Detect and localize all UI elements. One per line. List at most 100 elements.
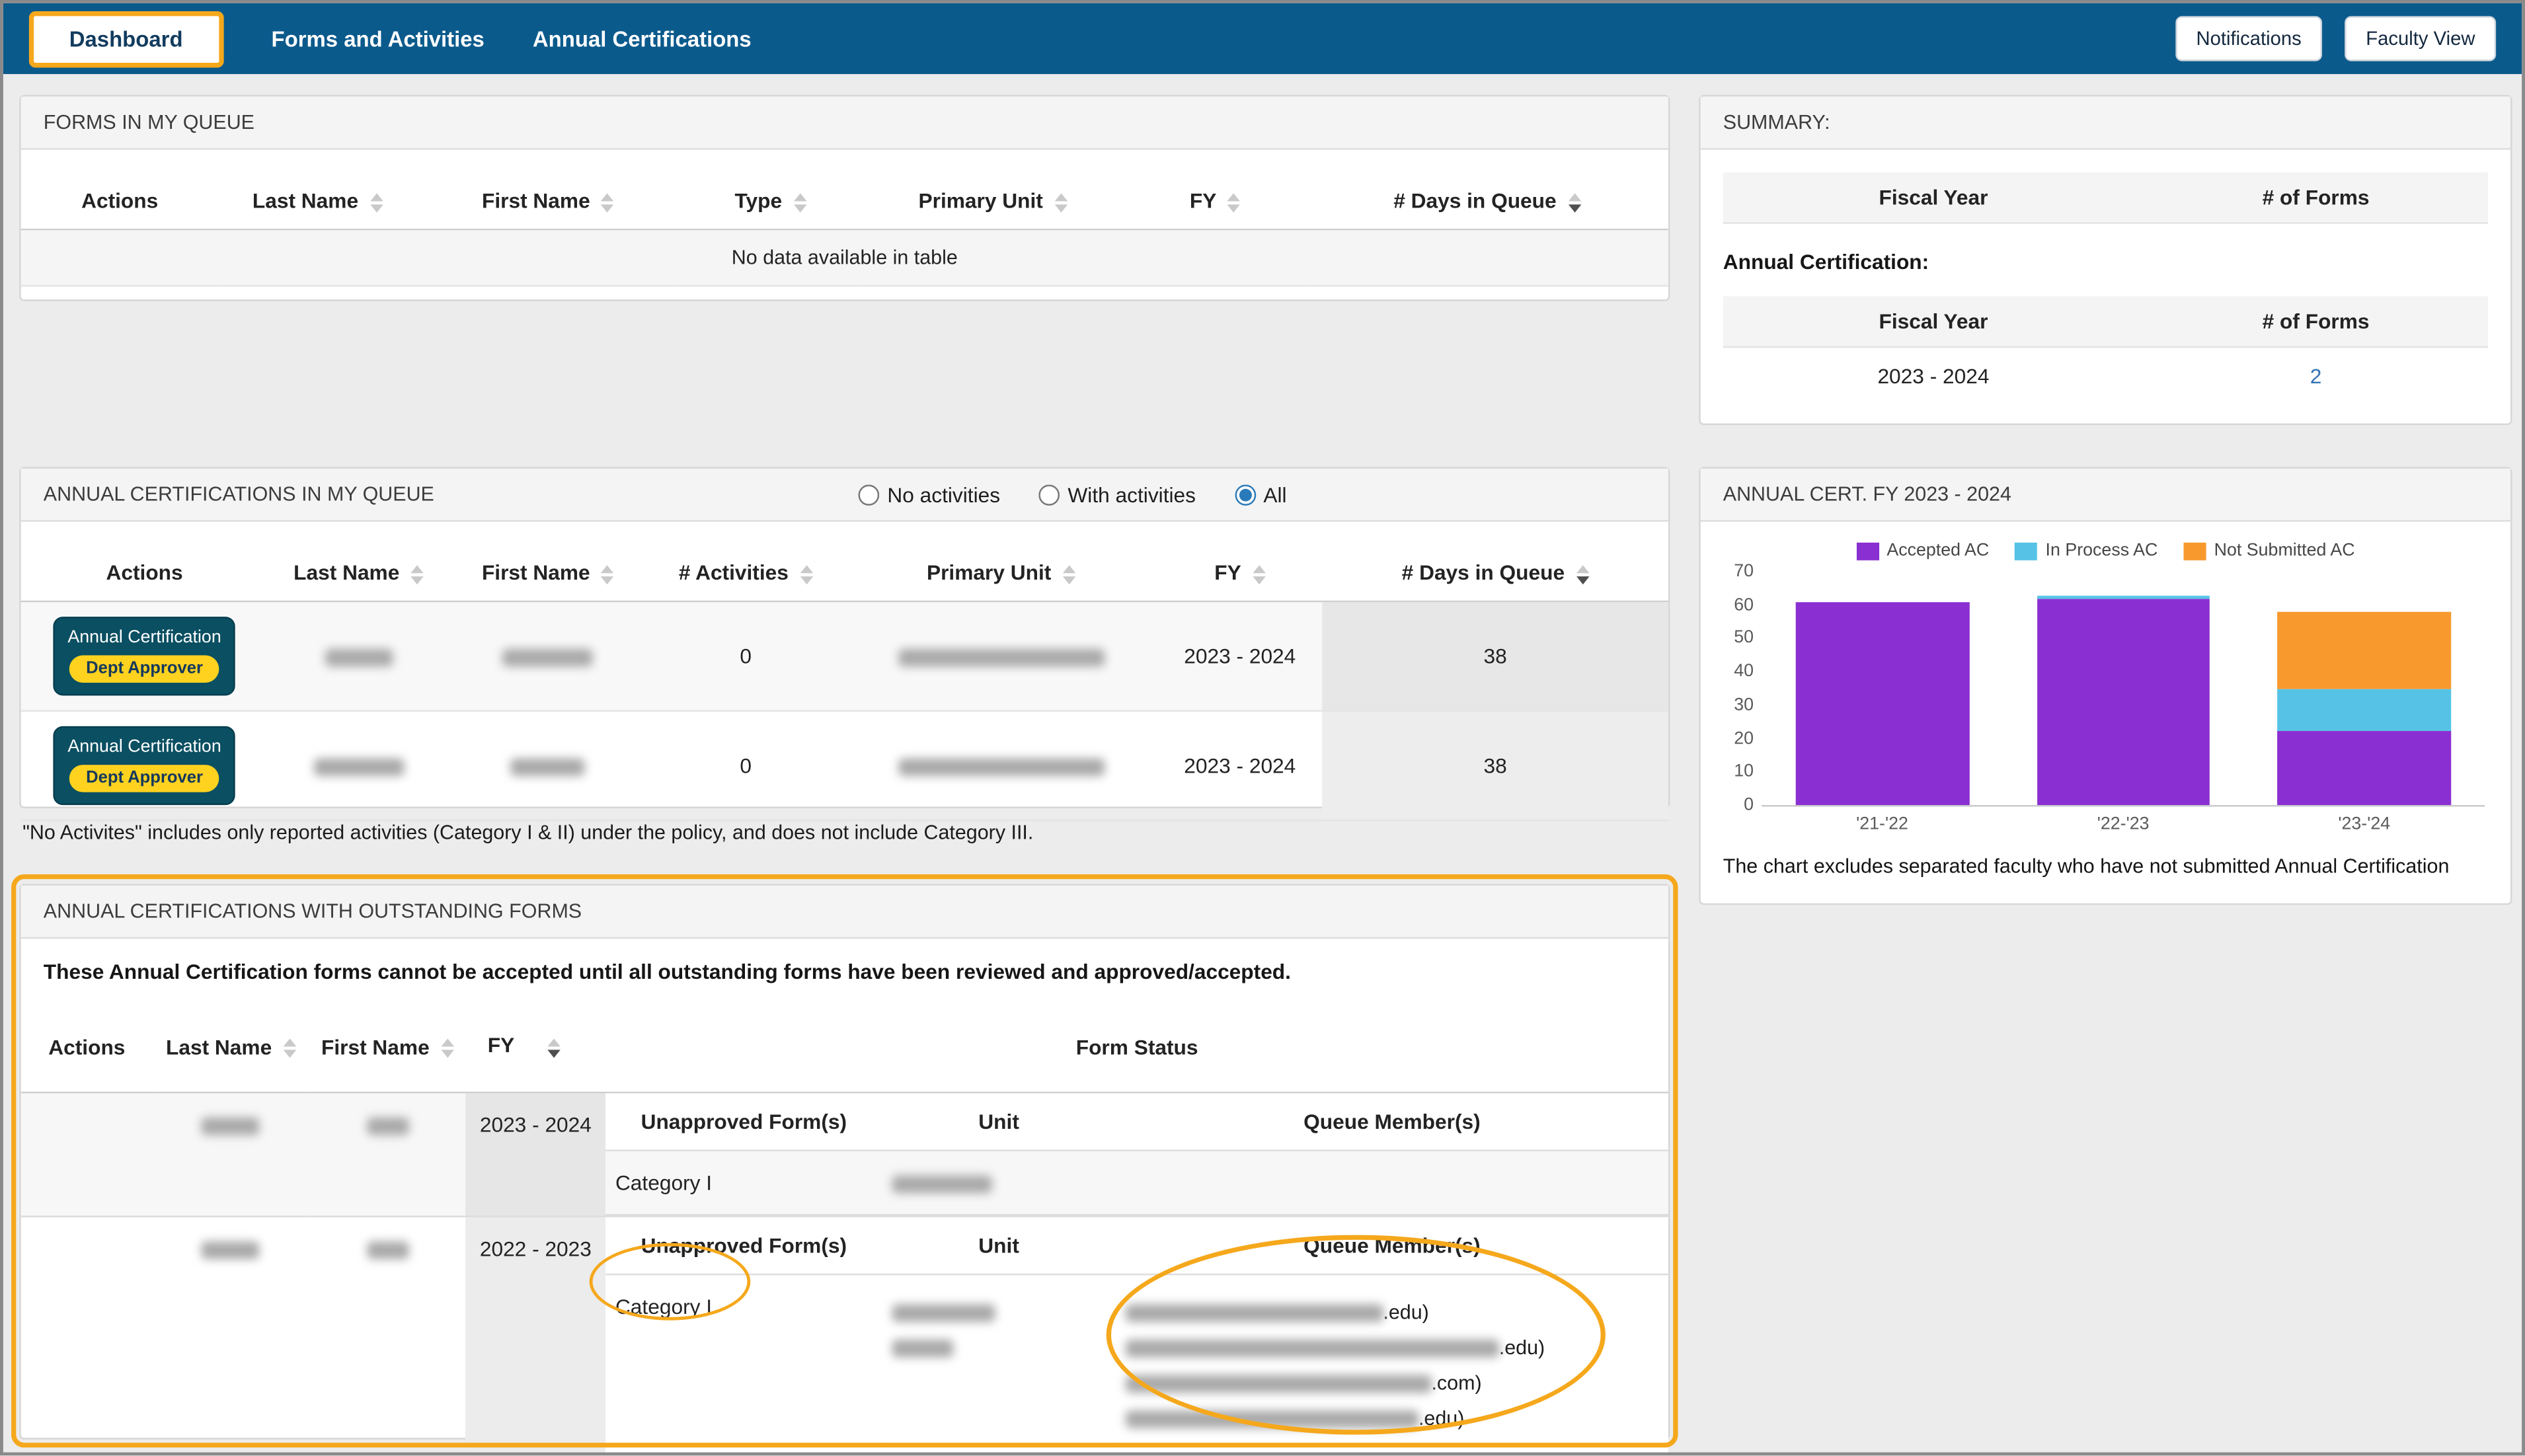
x-tick-label: '21-'22 [1856,814,1908,834]
summary-header: SUMMARY: [1700,96,2511,150]
activity-filter-group: No activities With activities All [858,469,1287,521]
nested-form-status-table: Unapproved Form(s) Unit Queue Member(s) … [605,1093,1668,1216]
days-in-queue-value: 38 [1322,710,1668,821]
column-header-fy[interactable]: FY [465,1001,606,1094]
bar-segment [2277,688,2452,732]
sort-icon[interactable] [369,192,383,212]
nested-header-unapproved-forms: Unapproved Form(s) [605,1093,882,1151]
bar-group [2277,611,2452,806]
redacted-unit [891,1175,991,1194]
fy-value: 2023 - 2024 [1157,710,1323,821]
chart-panel-header: ANNUAL CERT. FY 2023 - 2024 [1700,468,2511,522]
column-header-activities[interactable]: # Activities [646,544,845,603]
nested-header-unit: Unit [882,1217,1116,1276]
filter-no-activities[interactable]: No activities [858,483,1000,507]
column-header-type[interactable]: Type [680,172,861,231]
y-tick-label: 40 [1734,662,1754,681]
bar-group [2036,595,2210,806]
annual-certification-label: Annual Certification: [1723,249,1929,274]
x-tick-label: '23-'24 [2338,814,2391,834]
nested-header-unit: Unit [882,1093,1116,1151]
bar-segment [2277,732,2452,806]
nested-row: Category I [605,1150,1668,1216]
form-name: Category I [605,1274,882,1453]
column-header-fy[interactable]: FY [1124,172,1306,231]
annual-certification-button[interactable]: Annual Certification Dept Approver [53,617,236,695]
summary-row: 2023 - 2024 2 [1723,348,2488,404]
sort-icon[interactable] [601,564,615,584]
nested-row: Category I .edu) .edu) .com) .edu) [605,1274,1668,1453]
table-row: 2022 - 2023 Unapproved Form(s) Unit Queu… [20,1216,1668,1453]
summary-panel: SUMMARY: Fiscal Year # of Forms Annual C… [1699,95,2512,426]
table-row: Annual Certification Dept Approver 0 202… [20,601,1668,712]
sort-icon[interactable] [793,192,806,212]
column-header-primary-unit[interactable]: Primary Unit [861,172,1125,231]
redacted-last-name [325,648,393,667]
notifications-button[interactable]: Notifications [2175,16,2323,61]
column-header-days-in-queue[interactable]: # Days in Queue [1322,544,1668,603]
outstanding-description: These Annual Certification forms cannot … [43,959,1291,984]
column-header-primary-unit[interactable]: Primary Unit [844,544,1158,603]
sort-icon[interactable] [1227,192,1241,212]
bar-group [1795,601,1969,806]
forms-in-my-queue-panel: FORMS IN MY QUEUE Actions Last Name Firs… [19,95,1670,301]
sort-icon-active[interactable] [1567,192,1581,212]
annual-cert-chart-panel: ANNUAL CERT. FY 2023 - 2024 Accepted AC … [1699,467,2512,905]
tab-dashboard[interactable]: Dashboard [28,10,223,67]
sort-icon[interactable] [1252,564,1266,584]
radio-no-activities[interactable] [858,484,880,506]
in-process-ac-swatch-icon [2015,541,2038,560]
sort-icon-active[interactable] [1576,564,1589,584]
nested-header-queue-members: Queue Member(s) [1115,1093,1668,1151]
column-header-first-name[interactable]: First Name [416,172,680,231]
y-tick-label: 30 [1734,695,1754,715]
forms-count-link[interactable]: 2 [2310,364,2322,389]
fy-value: 2023 - 2024 [1157,601,1323,712]
column-header-fy[interactable]: FY [1157,544,1323,603]
redacted-email [1125,1410,1418,1429]
outstanding-forms-panel: ANNUAL CERTIFICATIONS WITH OUTSTANDING F… [19,884,1670,1453]
annual-certification-button[interactable]: Annual Certification Dept Approver [53,726,236,805]
redacted-primary-unit [898,648,1105,667]
sort-icon[interactable] [283,1038,296,1058]
nested-header-unapproved-forms: Unapproved Form(s) [605,1217,882,1276]
nav-actions: Notifications Faculty View [2175,16,2497,61]
redacted-primary-unit [898,757,1105,776]
redacted-email [1125,1304,1383,1322]
x-tick-label: '22-'23 [2097,814,2150,834]
sort-icon[interactable] [1054,192,1068,212]
panel-title: ANNUAL CERTIFICATIONS IN MY QUEUE [43,482,434,506]
forms-in-my-queue-header: FORMS IN MY QUEUE [20,96,1668,150]
chart-caption: The chart excludes separated faculty who… [1723,855,2450,878]
column-header-actions: Actions [20,172,219,231]
dept-approver-badge: Dept Approver [69,655,219,683]
filter-all[interactable]: All [1234,483,1287,507]
column-header-first-name[interactable]: First Name [309,1001,466,1094]
fy-value: 2022 - 2023 [465,1216,606,1453]
sort-icon[interactable] [440,1038,454,1058]
column-header-days-in-queue[interactable]: # Days in Queue [1305,172,1668,231]
tab-annual-certifications[interactable]: Annual Certifications [533,26,752,51]
sort-icon-active[interactable] [525,1018,584,1076]
radio-with-activities[interactable] [1038,484,1060,506]
column-header-last-name[interactable]: Last Name [218,172,416,231]
y-tick-label: 20 [1734,728,1754,748]
sort-icon[interactable] [1062,564,1075,584]
sort-icon[interactable] [601,192,615,212]
faculty-view-button[interactable]: Faculty View [2345,16,2497,61]
column-header-last-name[interactable]: Last Name [268,544,449,603]
column-header-first-name[interactable]: First Name [449,544,647,603]
table-row: 2023 - 2024 Unapproved Form(s) Unit Queu… [20,1092,1668,1217]
radio-all[interactable] [1234,484,1256,506]
redacted-email [1125,1375,1432,1393]
forms-in-my-queue-table: Actions Last Name First Name Type Primar… [20,172,1668,287]
column-header-last-name[interactable]: Last Name [153,1001,309,1094]
sort-icon[interactable] [799,564,813,584]
outstanding-forms-header: ANNUAL CERTIFICATIONS WITH OUTSTANDING F… [20,885,1668,939]
fiscal-year-value: 2023 - 2024 [1877,364,1990,389]
filter-with-activities[interactable]: With activities [1038,483,1196,507]
annual-certifications-in-my-queue-panel: ANNUAL CERTIFICATIONS IN MY QUEUE No act… [19,467,1670,821]
tab-forms-and-activities[interactable]: Forms and Activities [272,26,485,51]
sort-icon[interactable] [410,564,424,584]
chart-legend: Accepted AC In Process AC Not Submitted … [1701,541,2510,560]
